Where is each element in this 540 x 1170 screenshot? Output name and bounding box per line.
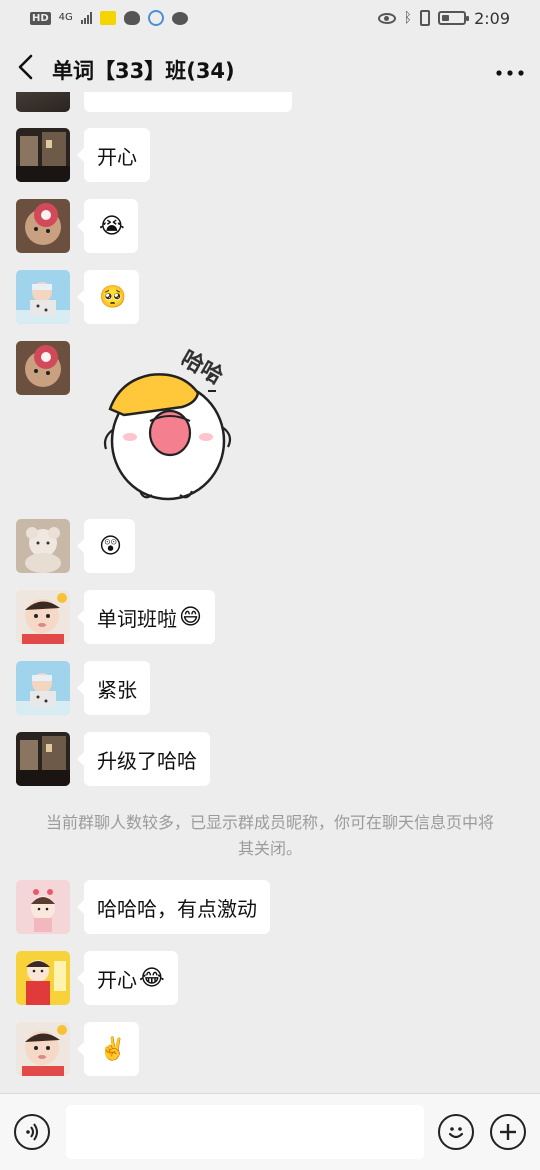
message-row: 紧张 [16, 661, 150, 715]
message-bubble[interactable]: 升级了哈哈 [77, 732, 210, 786]
message-row: 开心 😂 [16, 951, 178, 1005]
message-row: 单词班啦 😄 [16, 590, 215, 644]
message-row: 哈哈 [16, 341, 250, 515]
avatar[interactable] [16, 519, 70, 573]
network-label: 4G [58, 12, 73, 23]
input-bar [0, 1093, 540, 1170]
message-bubble[interactable]: 哈哈哈，有点激动 [77, 880, 270, 934]
avatar[interactable] [16, 951, 70, 1005]
message-row-partial [16, 92, 292, 112]
emoji: 😂 [139, 965, 165, 991]
message-bubble[interactable]: 开心 😂 [77, 951, 178, 1005]
status-left: HD 4G [30, 10, 188, 26]
voice-button[interactable] [14, 1114, 50, 1150]
message-text: 紧张 [97, 677, 137, 702]
message-bubble[interactable]: 单词班啦 😄 [77, 590, 215, 644]
battery-fill [442, 15, 450, 21]
message-row: 😭 [16, 199, 138, 253]
more-functions-button[interactable] [490, 1114, 526, 1150]
avatar[interactable] [16, 732, 70, 786]
message-list[interactable]: 开心 😭 🥺 哈哈 😲 单词班啦 😄 紧张 升级了哈哈 当前群聊人数较多，已显示… [0, 92, 540, 1090]
voice-icon [26, 1123, 38, 1141]
status-bar: HD 4G ᛒ 2:09 [0, 0, 540, 36]
shield-icon [123, 11, 140, 25]
message-bubble[interactable]: 紧张 [77, 661, 150, 715]
clock: 2:09 [474, 8, 510, 28]
message-bubble[interactable]: 🥺 [76, 270, 140, 324]
avatar[interactable] [16, 341, 70, 395]
vibrate-icon [420, 10, 431, 26]
message-row: 升级了哈哈 [16, 732, 210, 786]
emoji-button[interactable] [438, 1114, 474, 1150]
message-text: 升级了哈哈 [97, 748, 197, 773]
message-text: 哈哈哈，有点激动 [97, 896, 257, 921]
battery-icon [438, 11, 470, 25]
avatar[interactable] [16, 880, 70, 934]
message-row: 😲 [16, 519, 135, 573]
chevron-left-icon [18, 54, 33, 79]
avatar[interactable] [16, 270, 70, 324]
message-text: 开心 [97, 967, 137, 992]
more-button[interactable] [480, 58, 540, 83]
avatar[interactable] [16, 199, 70, 253]
avatar[interactable] [16, 590, 70, 644]
signal-icon [80, 12, 92, 24]
message-bubble[interactable]: ✌️ [76, 1022, 140, 1076]
avatar[interactable] [16, 1022, 70, 1076]
emoji: 😭 [99, 213, 125, 239]
message-row: 🥺 [16, 270, 140, 324]
smiley-icon [448, 1127, 464, 1139]
app-icon [147, 10, 164, 26]
app-notification-icon [99, 11, 116, 25]
message-bubble[interactable]: 😲 [77, 519, 135, 573]
emoji: ✌️ [99, 1036, 127, 1062]
message-bubble[interactable]: 开心 [77, 128, 150, 182]
emoji: 😄 [179, 604, 202, 630]
avatar[interactable] [16, 661, 70, 715]
avatar[interactable] [16, 128, 70, 182]
plus-icon [500, 1124, 516, 1140]
back-button[interactable] [0, 53, 52, 88]
message-row: 哈哈哈，有点激动 [16, 880, 270, 934]
status-right: ᛒ 2:09 [377, 8, 510, 28]
avatar[interactable] [16, 92, 70, 112]
emoji: 🥺 [99, 284, 127, 310]
more-dots-icon [496, 69, 524, 76]
hd-badge: HD [30, 11, 51, 25]
message-row: ✌️ [16, 1022, 140, 1076]
message-text: 开心 [97, 144, 137, 169]
message-bubble[interactable] [84, 92, 292, 112]
chat-notification-icon [171, 11, 188, 25]
message-row: 开心 [16, 128, 150, 182]
message-input[interactable] [66, 1105, 424, 1159]
system-notice: 当前群聊人数较多，已显示群成员昵称，你可在聊天信息页中将其关闭。 [45, 813, 494, 858]
message-text: 单词班啦 [97, 606, 177, 631]
bluetooth-icon: ᛒ [403, 10, 413, 26]
message-bubble[interactable]: 😭 [77, 199, 138, 253]
emoji: 😲 [99, 533, 122, 559]
chat-title: 单词【33】班(34) [52, 59, 235, 83]
eye-icon [377, 12, 396, 24]
